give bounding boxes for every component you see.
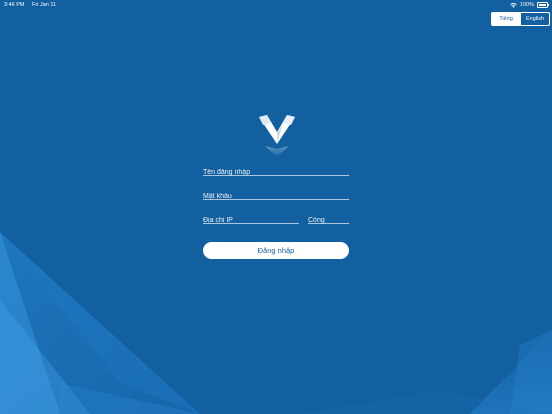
username-field [203,161,349,179]
lang-english-button[interactable]: English [520,13,549,25]
battery-icon [537,2,549,8]
v-logo-icon [259,115,295,157]
status-bar: 3:46 PM Fri Jan 11 100% [0,0,552,10]
language-switch: Tiếng Việt English [491,12,550,26]
password-input[interactable] [203,190,349,203]
battery-percent: 100% [519,2,534,8]
port-input[interactable] [308,214,349,227]
password-field [203,185,349,203]
background-shapes [0,232,552,414]
port-field [308,209,349,227]
lang-vietnamese-button[interactable]: Tiếng Việt [492,13,520,25]
status-time: 3:46 PM [4,2,25,8]
ip-address-field [203,209,299,227]
login-button[interactable]: Đăng nhập [203,242,349,259]
status-date: Fri Jan 11 [32,2,57,8]
status-right: 100% [510,0,549,10]
username-input[interactable] [203,166,349,179]
wifi-icon [510,2,517,8]
ip-address-input[interactable] [203,214,299,227]
status-left: 3:46 PM Fri Jan 11 [4,0,62,10]
